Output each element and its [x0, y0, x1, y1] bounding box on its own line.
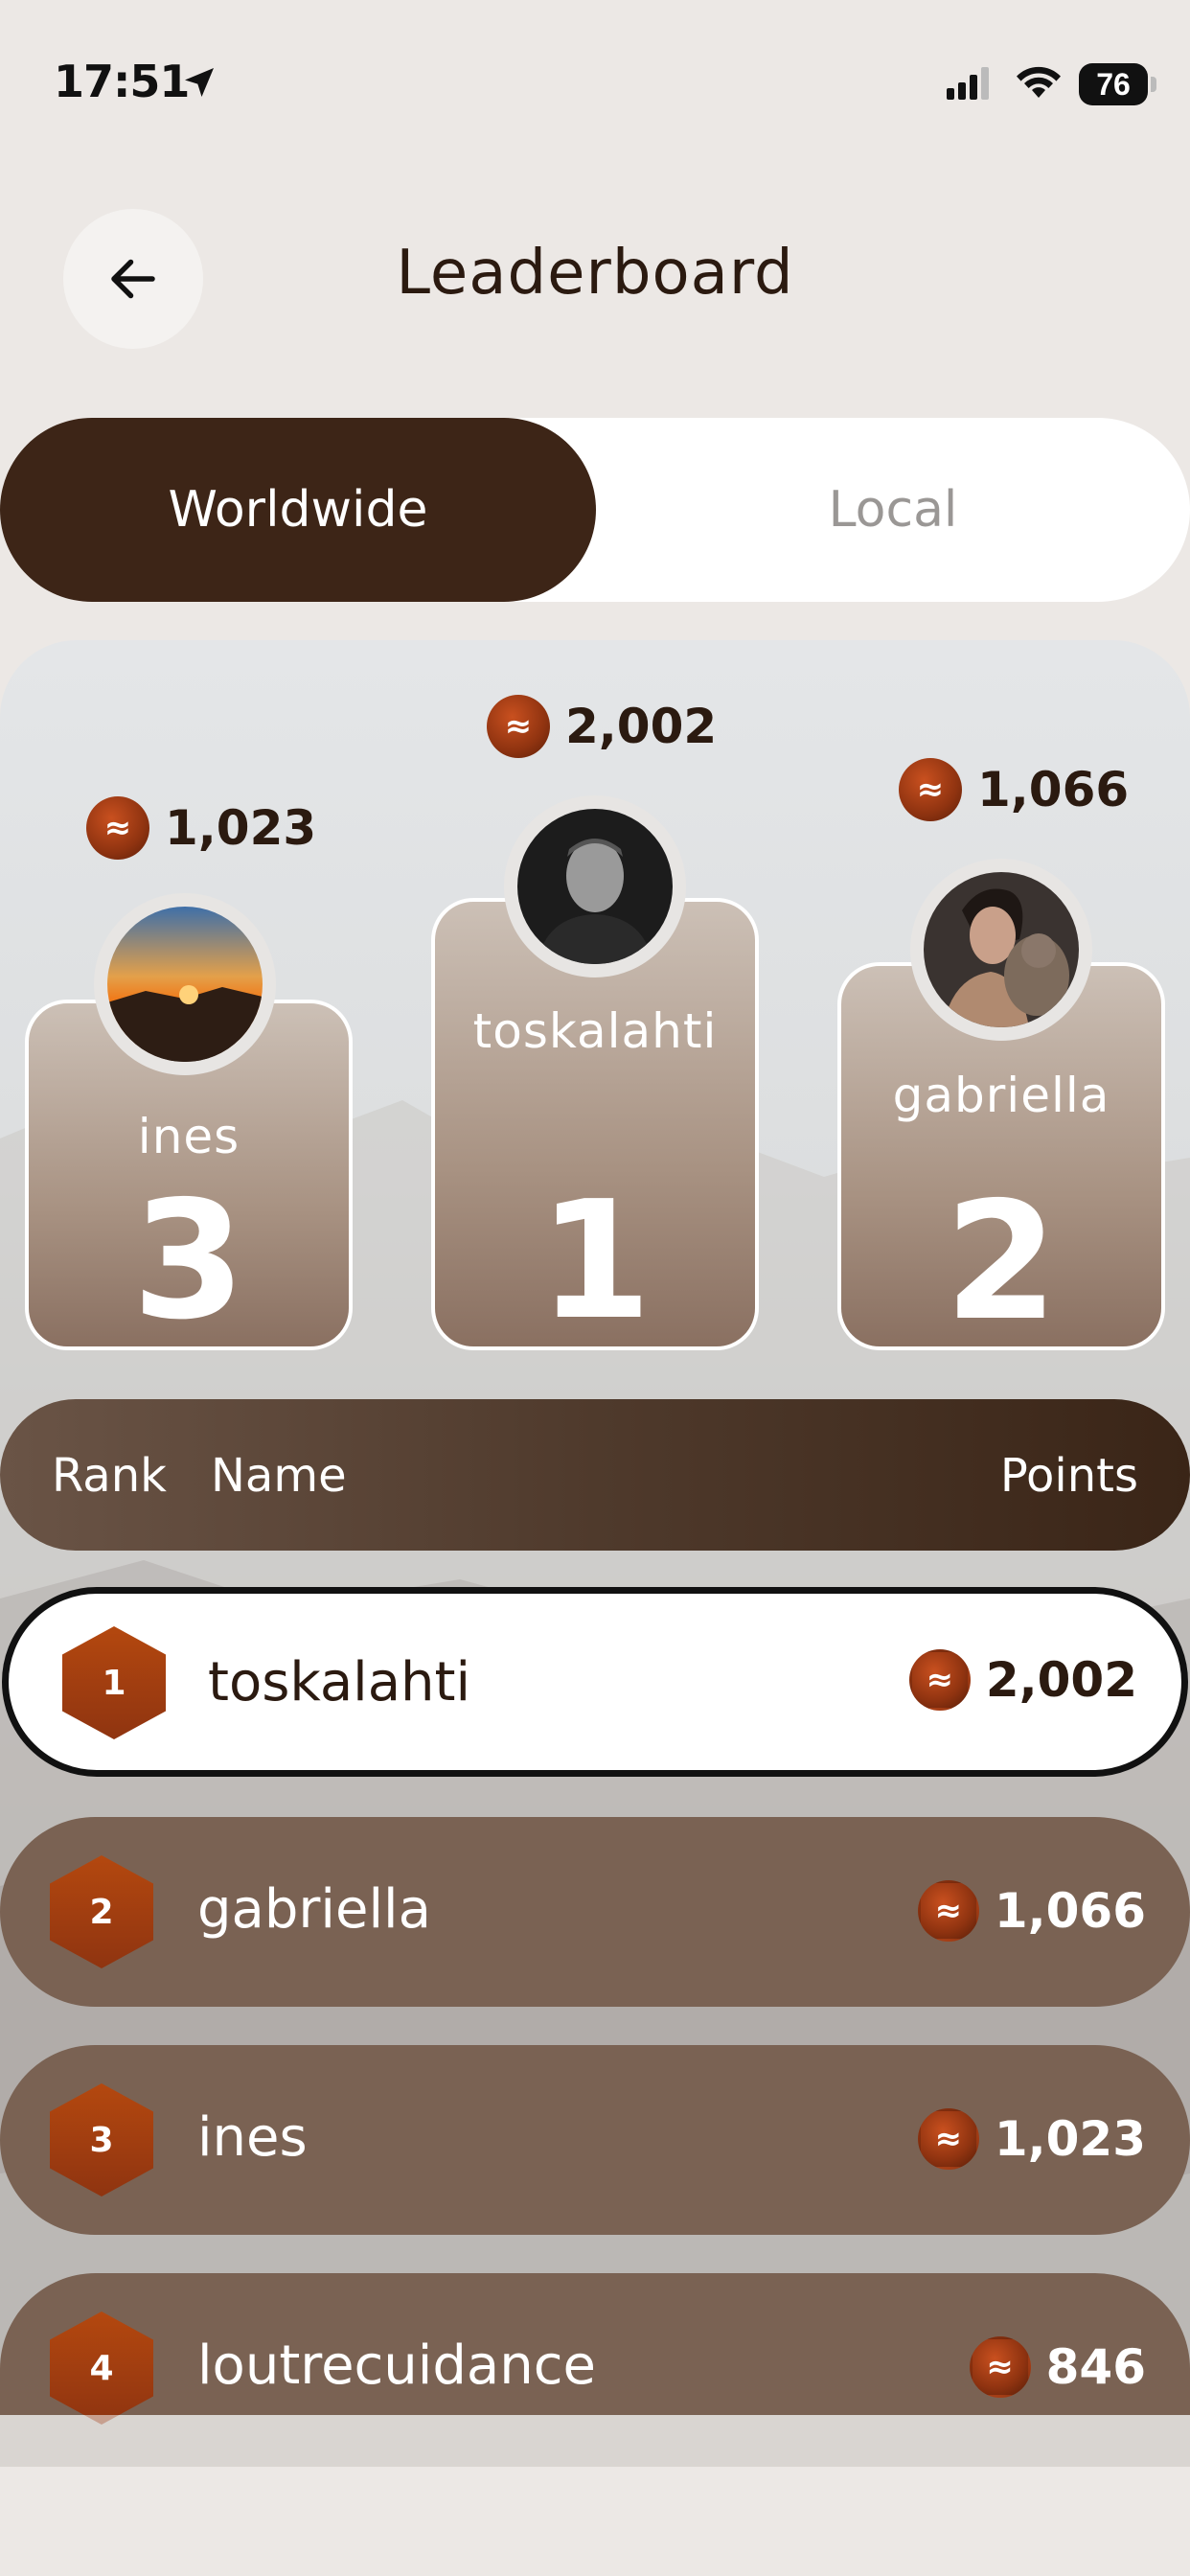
- rank-hexagon-badge: 1: [62, 1626, 166, 1739]
- leaderboard-table-header: Rank Name Points: [0, 1399, 1190, 1551]
- scope-tabs: Worldwide Local: [0, 418, 1190, 602]
- portrait-avatar-image: [517, 809, 673, 964]
- coin-icon: ≈: [917, 1880, 979, 1942]
- column-header-rank: Rank: [52, 1449, 167, 1503]
- avatar-ines[interactable]: [94, 893, 276, 1075]
- podium-place: 2: [944, 1167, 1059, 1357]
- avatar-gabriella[interactable]: [910, 859, 1092, 1041]
- row-name: gabriella: [197, 1878, 431, 1941]
- table-row[interactable]: 2 gabriella ≈ 1,066: [0, 1817, 1190, 2007]
- sunset-avatar-image: [107, 907, 263, 1062]
- rank-hexagon-badge: 3: [50, 2083, 153, 2196]
- wifi-icon: [1017, 66, 1061, 98]
- table-row[interactable]: 4 loutrecuidance ≈ 846: [0, 2273, 1190, 2425]
- portrait-with-cat-avatar-image: [924, 872, 1079, 1027]
- battery-level: 76: [1096, 67, 1131, 102]
- row-name: loutrecuidance: [197, 2334, 596, 2397]
- row-points-value: 2,002: [985, 1652, 1137, 1708]
- row-name: ines: [197, 2106, 308, 2169]
- battery-icon: 76: [1079, 63, 1156, 105]
- tab-local[interactable]: Local: [596, 418, 1190, 602]
- row-points: ≈ 1,066: [917, 1880, 1146, 1942]
- avatar-toskalahti[interactable]: [504, 795, 686, 978]
- podium-name: gabriella: [892, 1068, 1110, 1123]
- page-title: Leaderboard: [396, 238, 794, 309]
- rank-hexagon-badge: 4: [50, 2312, 153, 2425]
- podium-name: toskalahti: [472, 1003, 718, 1059]
- coin-icon: ≈: [917, 2108, 979, 2170]
- cellular-signal-icon: [947, 67, 989, 100]
- podium-place: 3: [131, 1166, 246, 1356]
- row-name: toskalahti: [208, 1651, 471, 1714]
- row-points-value: 1,023: [994, 2111, 1146, 2167]
- row-points: ≈ 2,002: [908, 1649, 1137, 1711]
- coin-icon: ≈: [908, 1649, 971, 1711]
- row-points-value: 1,066: [994, 1883, 1146, 1939]
- status-bar: 17:51 76: [0, 0, 1190, 153]
- podium-name: ines: [137, 1109, 240, 1164]
- status-time: 17:51: [54, 56, 190, 107]
- column-header-points: Points: [999, 1449, 1138, 1503]
- coin-icon: ≈: [86, 796, 149, 860]
- column-header-name: Name: [211, 1449, 347, 1503]
- row-points: ≈ 1,023: [917, 2108, 1146, 2170]
- table-row-current-user[interactable]: 1 toskalahti ≈ 2,002: [2, 1587, 1188, 1777]
- podium-points-3: ≈ 1,023: [86, 795, 316, 861]
- table-row[interactable]: 3 ines ≈ 1,023: [0, 2045, 1190, 2235]
- coin-icon: ≈: [969, 2336, 1031, 2398]
- row-points: ≈ 846: [969, 2336, 1146, 2398]
- podium-points-1: ≈ 2,002: [487, 694, 717, 759]
- podium-points-value: 1,066: [977, 762, 1130, 817]
- podium-points-2: ≈ 1,066: [899, 757, 1129, 822]
- location-arrow-icon: [185, 68, 214, 97]
- podium-points-value: 2,002: [565, 699, 718, 754]
- row-points-value: 846: [1045, 2339, 1146, 2395]
- coin-icon: ≈: [899, 758, 962, 821]
- podium-place: 1: [538, 1166, 652, 1356]
- podium-points-value: 1,023: [165, 800, 317, 856]
- tab-worldwide[interactable]: Worldwide: [0, 418, 596, 602]
- bottom-fade: [0, 2415, 1190, 2469]
- coin-icon: ≈: [487, 695, 550, 758]
- rank-hexagon-badge: 2: [50, 1855, 153, 1968]
